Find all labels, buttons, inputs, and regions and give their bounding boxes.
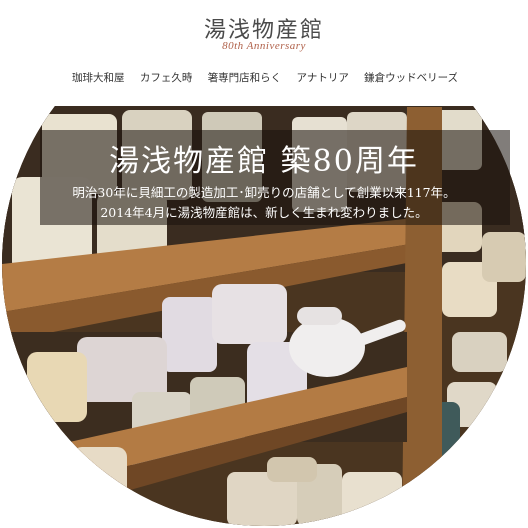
hero-title: 湯浅物産館 築80周年 bbox=[109, 144, 419, 179]
nav-item-coffee-yamatoya[interactable]: 珈琲大和屋 bbox=[72, 70, 125, 85]
nav-item-kamakura-woodberries[interactable]: 鎌倉ウッドベリーズ bbox=[364, 70, 457, 85]
nav-item-cafe-kuji[interactable]: カフェ久時 bbox=[140, 70, 193, 85]
top-navigation: 珈琲大和屋 カフェ久時 箸専門店和らく アナトリア 鎌倉ウッドベリーズ 鎌倉 bbox=[72, 70, 457, 88]
hero-description-line-1: 明治30年に貝細工の製造加工･卸売りの店舗として創業以来117年。 bbox=[72, 185, 456, 200]
hero-description-line-2: 2014年4月に湯浅物産館は、新しく生まれ変わりました。 bbox=[100, 205, 428, 220]
nav-item-hashi-waraku[interactable]: 箸専門店和らく bbox=[208, 70, 282, 85]
nav-item-anatolia[interactable]: アナトリア bbox=[297, 70, 349, 85]
site-logo-subtitle: 80th Anniversary bbox=[222, 40, 306, 52]
site-header: 湯浅物産館 80th Anniversary 珈琲大和屋 カフェ久時 箸専門店和… bbox=[0, 0, 528, 106]
